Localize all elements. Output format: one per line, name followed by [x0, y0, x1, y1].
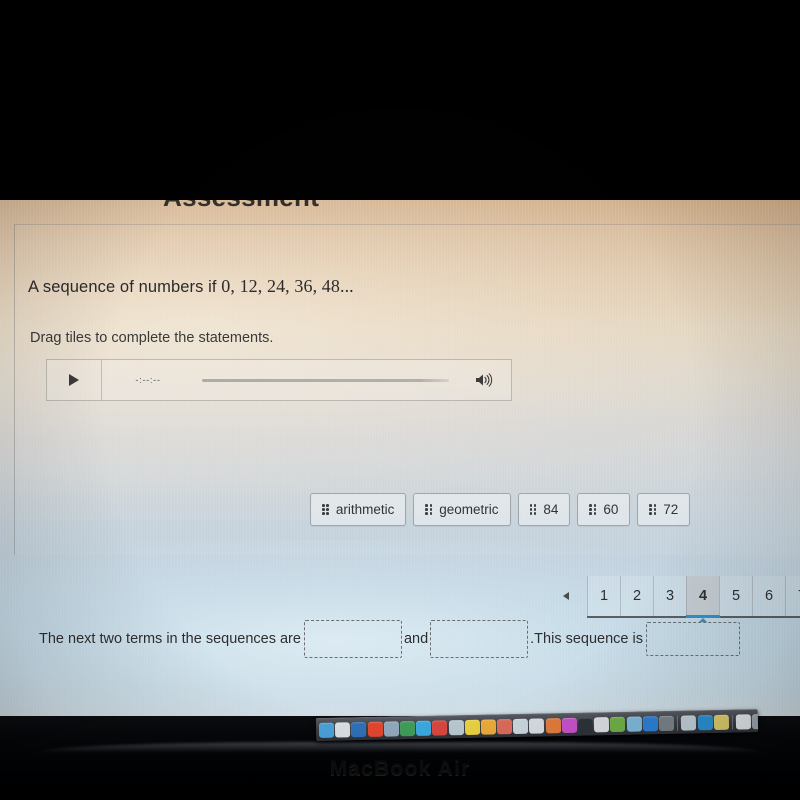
folder-icon[interactable]	[713, 714, 729, 730]
drop-blank-1[interactable]	[303, 620, 402, 658]
laptop-brand-label: MacBook Air	[329, 757, 471, 780]
maps-icon[interactable]	[448, 719, 464, 735]
dock-divider	[731, 714, 733, 730]
drag-handle-icon	[425, 503, 433, 516]
chrome-icon[interactable]	[367, 721, 383, 737]
notes-icon[interactable]	[383, 720, 399, 737]
answer-tile-tray: arithmetic geometric 84 60 72	[310, 493, 691, 526]
compass-icon[interactable]	[351, 721, 367, 737]
numbers-icon[interactable]	[496, 718, 513, 734]
drag-handle-icon	[322, 503, 329, 516]
textedit-icon[interactable]	[529, 717, 545, 734]
prompt-prefix: A sequence of numbers if	[28, 278, 222, 296]
trash-icon[interactable]	[752, 713, 759, 729]
answer-tile[interactable]: 72	[637, 493, 691, 526]
drag-handle-icon	[649, 503, 657, 516]
blocked-icon[interactable]	[593, 716, 610, 732]
statement-part-1: The next two terms in the sequences are	[39, 631, 301, 647]
pagination-page-5[interactable]: 5	[719, 576, 752, 616]
audio-progress-bar[interactable]	[202, 378, 449, 382]
preview-icon[interactable]	[513, 718, 529, 734]
photo-top-black-band	[0, 0, 800, 200]
pagination-pages: 1 2 3 4 5 6 7	[587, 576, 800, 618]
question-prompt: A sequence of numbers if 0, 12, 24, 36, …	[28, 276, 354, 297]
appstore-icon[interactable]	[642, 715, 658, 731]
pagination-page-6[interactable]: 6	[752, 576, 785, 616]
fill-in-statement: The next two terms in the sequences are …	[38, 620, 740, 658]
answer-tile-label: arithmetic	[335, 502, 395, 517]
answer-tile-label: geometric	[439, 502, 499, 517]
speaker-icon	[476, 373, 493, 387]
answer-tile-label: 84	[543, 502, 559, 517]
answer-tile-label: 60	[603, 502, 619, 517]
stats-icon[interactable]	[610, 716, 626, 732]
pagination: 1 2 3 4 5 6 7	[545, 576, 800, 618]
photos-icon[interactable]	[399, 720, 416, 736]
pagination-page-7[interactable]: 7	[785, 576, 800, 616]
audio-play-button[interactable]	[47, 360, 102, 400]
pagination-page-3[interactable]: 3	[653, 576, 686, 616]
answer-tile[interactable]: 84	[517, 493, 571, 526]
prompt-sequence: 0, 12, 24, 36, 48...	[221, 276, 354, 296]
audio-time-display: -:--:--	[135, 374, 161, 386]
answer-tile-label: 72	[663, 502, 679, 517]
answer-tile[interactable]: geometric	[413, 493, 511, 526]
pages-icon[interactable]	[480, 718, 496, 735]
photo-of-laptop-screen: A sequence of numbers if 0, 12, 24, 36, …	[0, 0, 800, 800]
drop-blank-2[interactable]	[430, 620, 529, 658]
firefox-icon[interactable]	[545, 717, 561, 733]
drop-blank-3[interactable]	[646, 622, 740, 656]
finder-icon[interactable]	[318, 722, 335, 738]
zoom-icon[interactable]	[577, 716, 594, 733]
assessment-app-content: A sequence of numbers if 0, 12, 24, 36, …	[0, 196, 800, 742]
statement-part-2: and	[403, 631, 429, 647]
answer-tile[interactable]: arithmetic	[310, 493, 407, 526]
music-icon[interactable]	[432, 719, 448, 736]
settings-icon[interactable]	[658, 715, 675, 731]
pagination-page-1[interactable]: 1	[587, 576, 620, 616]
drag-handle-icon	[529, 503, 537, 516]
umbrella-icon[interactable]	[626, 715, 642, 732]
pagination-prev-button[interactable]	[545, 576, 587, 618]
podcast-icon[interactable]	[561, 717, 577, 733]
chevron-left-icon	[563, 592, 569, 600]
pagination-page-2[interactable]: 2	[620, 576, 653, 616]
audio-volume-button[interactable]	[457, 372, 511, 388]
mail-icon[interactable]	[415, 720, 432, 736]
edge-icon[interactable]	[697, 714, 713, 730]
dock-divider	[676, 715, 679, 731]
document-icon[interactable]	[681, 714, 697, 731]
drag-instruction: Drag tiles to complete the statements.	[30, 330, 274, 346]
laptop-body-edge	[40, 742, 760, 752]
drag-handle-icon	[589, 503, 597, 516]
audio-player[interactable]: -:--:--	[46, 359, 512, 401]
play-icon	[69, 374, 79, 386]
safari-icon[interactable]	[335, 721, 351, 738]
pagination-page-4[interactable]: 4	[686, 576, 720, 618]
colorwheel-icon[interactable]	[464, 719, 480, 735]
file-icon[interactable]	[735, 713, 752, 730]
statement-part-3: .This sequence is	[530, 631, 643, 647]
answer-tile[interactable]: 60	[577, 493, 631, 526]
